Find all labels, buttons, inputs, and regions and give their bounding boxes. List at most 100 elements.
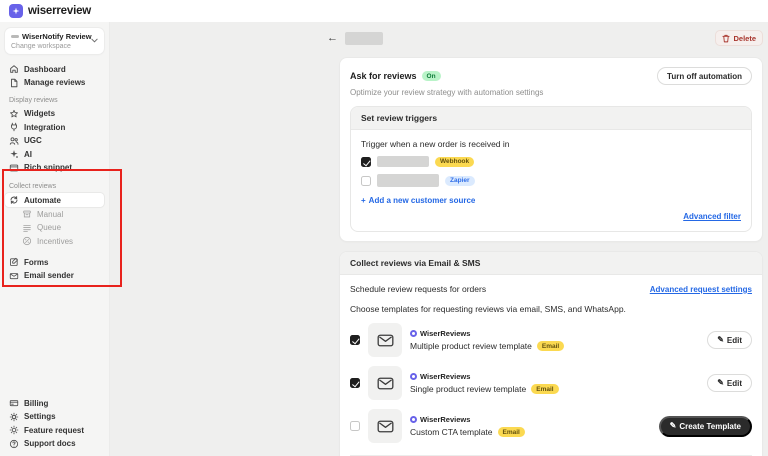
sidebar-item-automate[interactable]: Automate: [5, 193, 104, 207]
card-title: Ask for reviews: [350, 71, 417, 81]
advanced-filter-link[interactable]: Advanced filter: [683, 212, 741, 221]
pencil-icon: ✎: [670, 422, 677, 430]
workspace-subtitle: Change workspace: [11, 43, 91, 50]
sidebar-item-label: Queue: [37, 223, 61, 232]
sidebar-item-label: UGC: [24, 136, 42, 145]
trash-icon: [722, 34, 730, 43]
sidebar-item-ugc[interactable]: UGC: [5, 134, 104, 147]
delete-button[interactable]: Delete: [715, 30, 763, 46]
template-checkbox[interactable]: [350, 335, 360, 345]
template-checkbox[interactable]: [350, 378, 360, 388]
sidebar-item-forms[interactable]: Forms: [5, 256, 104, 269]
logo-text: wiserreview: [28, 5, 91, 17]
queue-list-icon: [22, 223, 32, 233]
document-icon: [9, 78, 19, 88]
sidebar-item-rich-snippet[interactable]: Rich snippet: [5, 161, 104, 174]
mail-template-icon: [368, 409, 402, 443]
set-review-triggers-panel: Set review triggers Trigger when a new o…: [350, 106, 752, 232]
star-icon: [9, 109, 19, 119]
idea-sun-icon: [9, 425, 19, 435]
sidebar-item-email-sender[interactable]: Email sender: [5, 269, 104, 282]
browser-icon: [9, 163, 19, 173]
channel-badge: Email: [498, 427, 525, 437]
pencil-icon: ✎: [717, 379, 724, 387]
source-checkbox[interactable]: [361, 157, 371, 167]
ask-for-reviews-card: Ask for reviews On Turn off automation O…: [339, 57, 763, 242]
choose-templates-text: Choose templates for requesting reviews …: [350, 304, 752, 314]
edit-template-button[interactable]: ✎Edit: [707, 331, 752, 349]
brand-name: WiserReviews: [420, 329, 470, 338]
template-row: WiserReviews Custom CTA template Email ✎…: [350, 409, 752, 443]
sidebar-item-billing[interactable]: Billing: [5, 397, 104, 410]
delete-button-label: Delete: [733, 34, 756, 43]
edit-template-button[interactable]: ✎Edit: [707, 374, 752, 392]
template-name: Multiple product review template: [410, 341, 532, 351]
sidebar-item-dashboard[interactable]: Dashboard: [5, 63, 104, 76]
sidebar-item-label: Manage reviews: [24, 78, 85, 87]
sidebar-item-incentives[interactable]: Incentives: [18, 235, 104, 248]
sidebar-item-feature-request[interactable]: Feature request: [5, 424, 104, 437]
sidebar-item-settings[interactable]: Settings: [5, 410, 104, 423]
sidebar-item-label: Dashboard: [24, 65, 66, 74]
mail-template-icon: [368, 366, 402, 400]
sparkle-icon: [9, 149, 19, 159]
main-area: ← Delete Ask for reviews On Turn off aut…: [110, 22, 768, 456]
source-name-redacted: [377, 156, 429, 167]
sidebar-item-label: Support docs: [24, 439, 76, 448]
form-pencil-icon: [9, 257, 19, 267]
customer-source-row: Zapier: [361, 174, 741, 187]
wiserreviews-brand-icon: [410, 373, 417, 380]
sidebar-item-label: Billing: [24, 399, 48, 408]
page-header: ← Delete: [327, 30, 763, 46]
workspace-name: WiserNotify Review: [22, 32, 92, 41]
card-subtitle: Optimize your review strategy with autom…: [350, 88, 752, 97]
add-customer-source-link[interactable]: + Add a new customer source: [361, 196, 741, 205]
sidebar-item-label: Rich snippet: [24, 163, 72, 172]
sidebar: WiserNotify Review Change workspace Dash…: [0, 22, 110, 456]
sidebar-bottom-group: Billing Settings Feature request Support…: [5, 397, 104, 451]
section-label-display-reviews: Display reviews: [9, 97, 104, 104]
template-row: WiserReviews Multiple product review tem…: [350, 323, 752, 357]
template-row: WiserReviews Single product review templ…: [350, 366, 752, 400]
sidebar-item-label: Incentives: [37, 237, 73, 246]
sidebar-item-integration[interactable]: Integration: [5, 121, 104, 134]
pencil-icon: ✎: [717, 336, 724, 344]
sidebar-item-widgets[interactable]: Widgets: [5, 107, 104, 120]
sidebar-item-label: Integration: [24, 123, 65, 132]
wiserreviews-brand-icon: [410, 330, 417, 337]
workspace-switcher[interactable]: WiserNotify Review Change workspace: [5, 28, 104, 54]
workspace-logo-redacted: [11, 35, 19, 38]
source-checkbox[interactable]: [361, 176, 371, 186]
status-badge-on: On: [422, 71, 441, 81]
sidebar-item-manual[interactable]: Manual: [18, 208, 104, 221]
panel-header: Collect reviews via Email & SMS: [340, 252, 762, 275]
mail-template-icon: [368, 323, 402, 357]
sidebar-item-queue[interactable]: Queue: [18, 221, 104, 234]
create-template-button[interactable]: ✎Create Template: [659, 416, 752, 437]
sidebar-item-manage-reviews[interactable]: Manage reviews: [5, 76, 104, 89]
brand-name: WiserReviews: [420, 372, 470, 381]
back-arrow-icon[interactable]: ←: [327, 33, 338, 44]
sidebar-item-label: Feature request: [24, 426, 84, 435]
chevron-down-icon: [91, 38, 98, 43]
wiserreview-logo-icon: [9, 4, 23, 18]
envelope-icon: [9, 271, 19, 281]
integration-icon: [9, 122, 19, 132]
sidebar-item-ai[interactable]: AI: [5, 148, 104, 161]
sidebar-item-label: Widgets: [24, 109, 55, 118]
panel-header: Set review triggers: [351, 107, 751, 130]
archive-box-icon: [22, 209, 32, 219]
credit-card-icon: [9, 398, 19, 408]
turn-off-automation-button[interactable]: Turn off automation: [657, 67, 752, 85]
brand-name: WiserReviews: [420, 415, 470, 424]
sidebar-item-support-docs[interactable]: Support docs: [5, 437, 104, 450]
refresh-icon: [9, 195, 19, 205]
source-name-redacted: [377, 174, 439, 187]
sidebar-item-label: Forms: [24, 258, 48, 267]
advanced-request-settings-link[interactable]: Advanced request settings: [650, 285, 752, 294]
sidebar-item-label: Automate: [24, 196, 61, 205]
sidebar-item-label: Email sender: [24, 271, 74, 280]
source-type-badge: Zapier: [445, 176, 475, 186]
channel-badge: Email: [531, 384, 558, 394]
template-checkbox[interactable]: [350, 421, 360, 431]
